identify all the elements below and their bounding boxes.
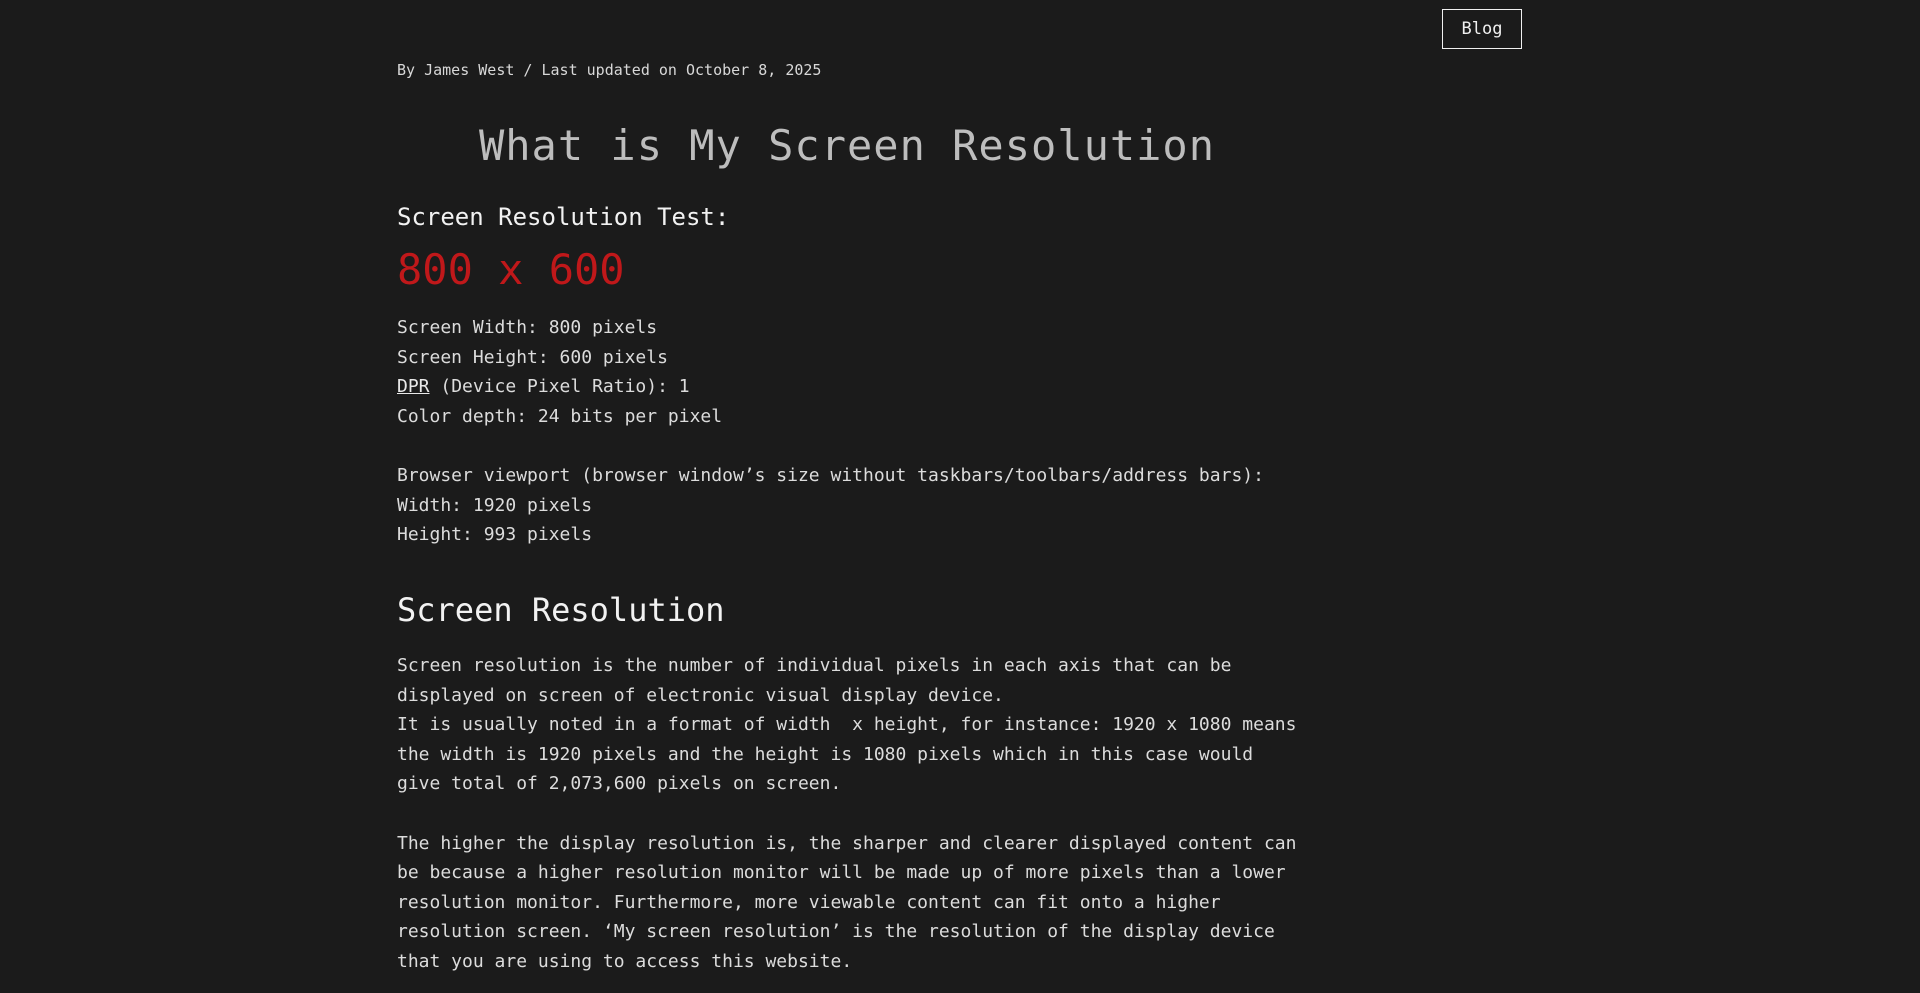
- paragraph-line: resolution screen. ‘My screen resolution…: [397, 921, 1275, 943]
- blog-button[interactable]: Blog: [1442, 9, 1522, 49]
- paragraph-line: resolution monitor. Furthermore, more vi…: [397, 891, 1221, 913]
- resolution-value: 800 x 600: [397, 245, 625, 294]
- paragraph-line: The higher the display resolution is, th…: [397, 832, 1297, 854]
- resolution-info: Screen Width: 800 pixels Screen Height: …: [397, 313, 1264, 550]
- paragraph-line: It is usually noted in a format of width…: [397, 714, 1297, 736]
- color-depth: Color depth: 24 bits per pixel: [397, 405, 723, 427]
- article-body: Screen resolution is the number of indiv…: [397, 651, 1307, 977]
- paragraph-line: Screen resolution is the number of indiv…: [397, 655, 1232, 676]
- test-heading: Screen Resolution Test:: [397, 203, 730, 231]
- dpr-line: DPR (Device Pixel Ratio): 1: [397, 372, 1264, 402]
- byline: By James West / Last updated on October …: [397, 61, 822, 79]
- paragraph-line: the width is 1920 pixels and the height …: [397, 743, 1254, 765]
- paragraph-line: displayed on screen of electronic visual…: [397, 684, 1004, 706]
- viewport-height: Height: 993 pixels: [397, 524, 593, 546]
- dpr-link[interactable]: DPR: [397, 376, 430, 397]
- dpr-value: (Device Pixel Ratio): 1: [429, 376, 690, 398]
- paragraph-2: The higher the display resolution is, th…: [397, 829, 1307, 977]
- page: Blog By James West / Last updated on Oct…: [0, 0, 1920, 993]
- paragraph-line: give total of 2,073,600 pixels on screen…: [397, 773, 842, 795]
- paragraph-line: be because a higher resolution monitor w…: [397, 862, 1286, 884]
- section-heading: Screen Resolution: [397, 591, 725, 629]
- page-title: What is My Screen Resolution: [478, 121, 1215, 170]
- viewport-width: Width: 1920 pixels: [397, 494, 593, 516]
- paragraph-1: Screen resolution is the number of indiv…: [397, 651, 1307, 799]
- screen-height: Screen Height: 600 pixels: [397, 346, 668, 368]
- screen-width: Screen Width: 800 pixels: [397, 317, 658, 338]
- paragraph-line: that you are using to access this websit…: [397, 950, 853, 972]
- viewport-label: Browser viewport (browser window’s size …: [397, 464, 1264, 486]
